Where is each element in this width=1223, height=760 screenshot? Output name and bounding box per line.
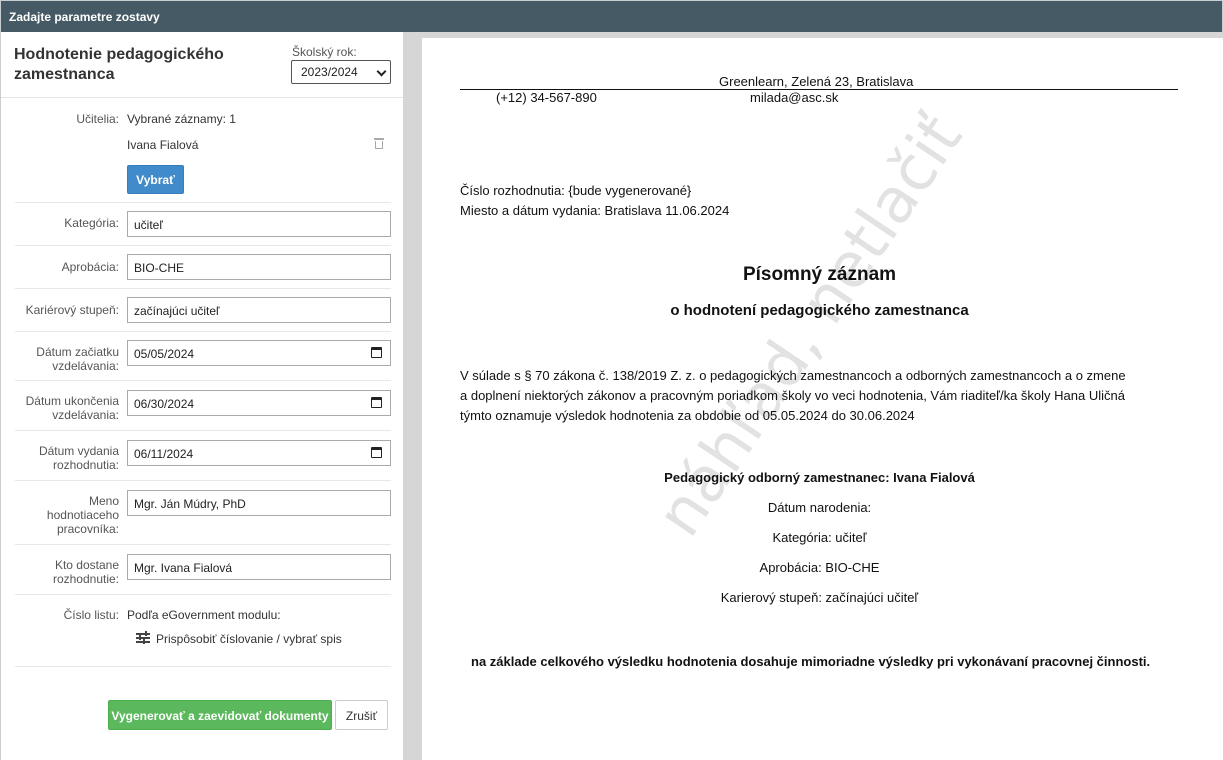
career-level-field[interactable]: začínajúci učiteľ [127,297,391,323]
evaluator-field[interactable]: Mgr. Ján Múdry, PhD [127,490,391,516]
chevron-down-icon [376,66,387,77]
document-preview: náhľad, netlačiť Greenlearn, Zelená 23, … [422,38,1223,760]
teachers-label: Učitelia: [76,112,119,126]
category-label: Kategória: [64,216,119,230]
divider [15,666,391,667]
calendar-icon[interactable] [371,447,382,458]
cancel-button[interactable]: Zrušiť [335,700,388,730]
approbation-label: Aprobácia: [61,260,119,274]
document-heading: Písomný záznam [742,264,897,285]
preview-pane[interactable]: náhľad, netlačiť Greenlearn, Zelená 23, … [403,32,1223,760]
calendar-icon[interactable] [371,397,382,408]
document-subheading: o hodnotení pedagogického zamestnanca [670,302,969,319]
recipient-field[interactable]: Mgr. Ivana Fialová [127,554,391,580]
evaluator-label: Meno hodnotiaceho pracovníka: [46,494,119,536]
panel-title: Hodnotenie pedagogického zamestnanca [14,46,224,83]
divider [15,331,391,332]
panel-header: Hodnotenie pedagogického zamestnanca Ško… [1,32,403,98]
employee-name: Pedagogický odborný zamestnanec: Ivana F… [664,470,975,485]
start-date-value: 05/05/2024 [134,347,195,361]
sheet-number-value: Podľa eGovernment modulu: [127,608,281,622]
recipient-label: Kto dostane rozhodnutie: [52,558,119,586]
career-level-label: Kariérový stupeň: [25,303,119,317]
school-phone: (+12) 34-567-890 [496,90,597,105]
category-field[interactable]: učiteľ [127,211,391,237]
approbation-field[interactable]: BIO-CHE [127,254,391,280]
category-value: učiteľ [134,218,163,232]
place-and-date: Miesto a dátum vydania: Bratislava 11.06… [460,203,730,218]
school-year-label: Školský rok: [292,45,357,59]
customize-numbering-link[interactable]: Prispôsobiť číslovanie / vybrať spis [156,632,342,646]
sheet-number-label: Číslo listu: [63,608,119,622]
school-year-value: 2023/2024 [301,65,358,79]
selected-teacher-name: Ivana Fialová [127,138,199,152]
dialog-title: Zadajte parametre zostavy [1,1,1222,32]
approbation-value: BIO-CHE [134,261,185,275]
issue-date-value: 06/11/2024 [134,447,194,461]
recipient-value: Mgr. Ivana Fialová [134,561,233,575]
sliders-icon [136,631,150,644]
select-teachers-button[interactable]: Vybrať [127,165,184,194]
school-year-select[interactable]: 2023/2024 [291,60,391,84]
divider [15,544,391,545]
generate-documents-button[interactable]: Vygenerovať a zaevidovať dokumenty [108,700,332,730]
end-date-label: Dátum ukončenia vzdelávania: [25,394,119,422]
divider [15,245,391,246]
parameters-panel: Hodnotenie pedagogického zamestnanca Ško… [1,32,403,760]
issue-date-field[interactable]: 06/11/2024 [127,440,391,466]
issue-date-label: Dátum vydania rozhodnutia: [38,444,119,472]
employee-category: Kategória: učiteľ [772,530,867,545]
employee-approbation: Aprobácia: BIO-CHE [759,560,880,575]
career-level-value: začínajúci učiteľ [134,304,220,318]
end-date-value: 06/30/2024 [134,397,195,411]
divider [15,480,391,481]
body-line: týmto oznamuje výsledok hodnotenia za ob… [460,408,915,423]
selected-records-count: Vybrané záznamy: 1 [127,112,236,126]
evaluation-result: na základe celkového výsledku hodnotenia… [471,654,1151,669]
divider [15,594,391,595]
body-line: V súlade s § 70 zákona č. 138/2019 Z. z.… [460,368,1126,383]
decision-number: Číslo rozhodnutia: {bude vygenerované} [460,183,692,198]
school-address: Greenlearn, Zelená 23, Bratislava [719,74,914,89]
evaluator-value: Mgr. Ján Múdry, PhD [134,497,246,511]
birth-date: Dátum narodenia: [767,500,872,515]
start-date-field[interactable]: 05/05/2024 [127,340,391,366]
start-date-label: Dátum začiatku vzdelávania: [36,345,119,373]
employee-career-level: Karierový stupeň: začínajúci učiteľ [720,590,919,605]
divider [15,288,391,289]
trash-icon[interactable] [374,138,384,149]
body-line: a doplnení niektorých zákonov a pracovný… [460,388,1125,403]
school-email: milada@asc.sk [750,90,839,105]
divider [15,202,391,203]
end-date-field[interactable]: 06/30/2024 [127,390,391,416]
calendar-icon[interactable] [371,347,382,358]
divider [15,430,391,431]
divider [15,380,391,381]
report-parameters-dialog: Zadajte parametre zostavy Hodnotenie ped… [0,0,1223,760]
